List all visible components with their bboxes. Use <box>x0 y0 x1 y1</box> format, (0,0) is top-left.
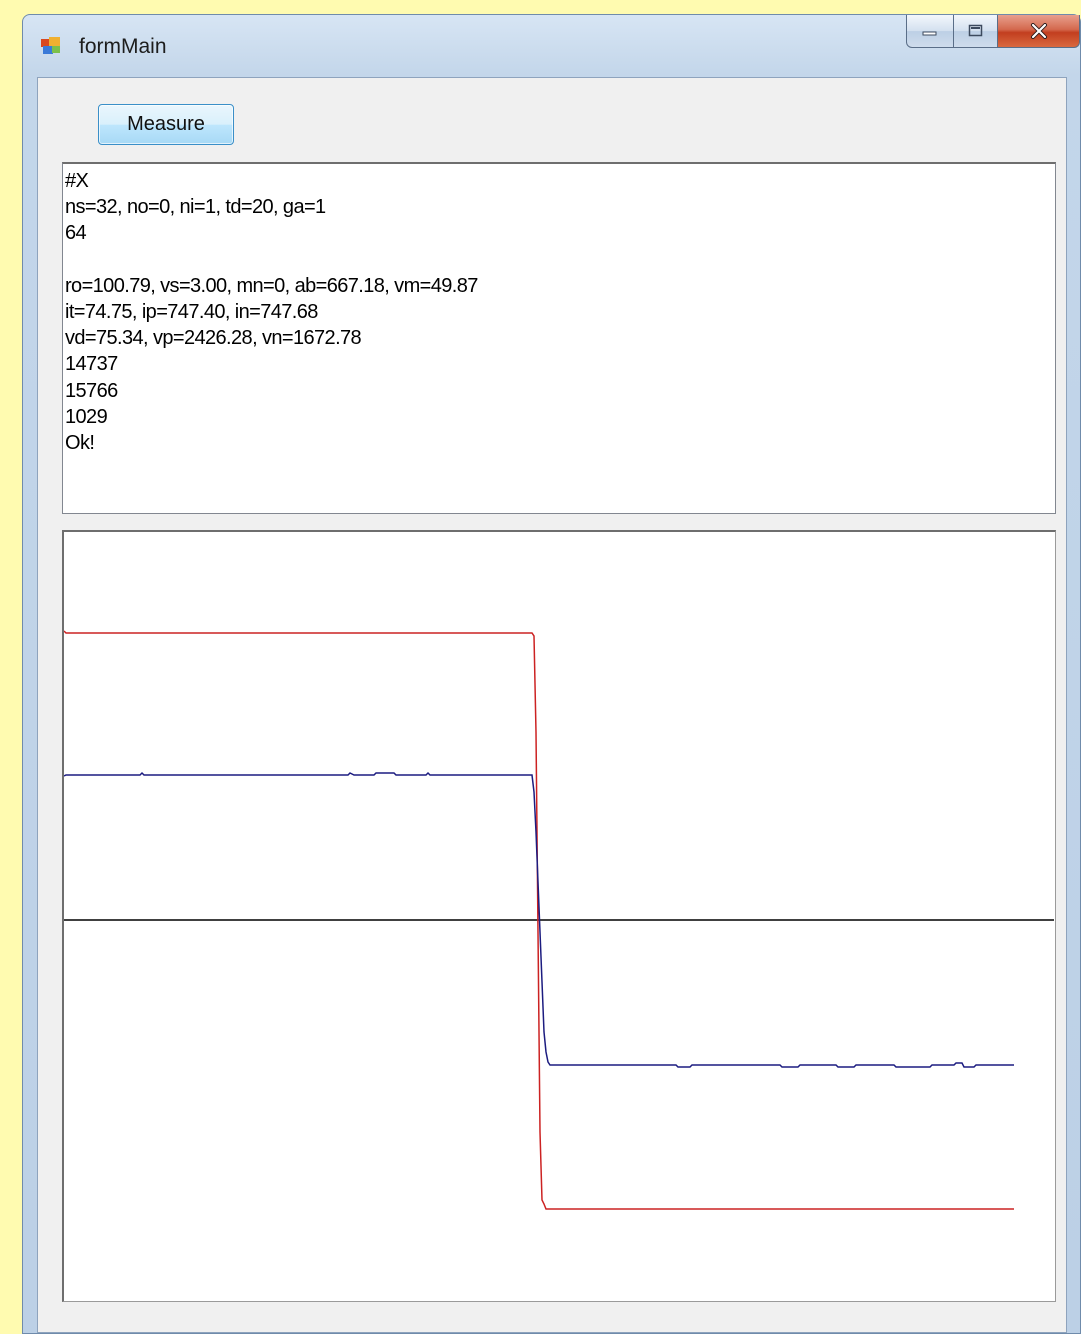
title-bar[interactable]: formMain <box>23 15 1080 77</box>
output-line: 14737 <box>65 353 118 376</box>
output-line: ro=100.79, vs=3.00, mn=0, ab=667.18, vm=… <box>65 274 478 297</box>
output-line: Ok! <box>65 431 95 454</box>
output-line: #X <box>65 170 89 192</box>
maximize-button[interactable] <box>954 15 998 48</box>
minimize-button[interactable] <box>906 15 954 48</box>
maximize-icon <box>968 24 982 37</box>
form-client-area: Measure #X ns=32, no=0, ni=1, td=20, ga=… <box>37 77 1067 1333</box>
output-line: 15766 <box>65 379 118 402</box>
minimize-icon <box>922 31 937 36</box>
output-lines: #X ns=32, no=0, ni=1, td=20, ga=1 64 ro=… <box>65 168 478 456</box>
measure-button[interactable]: Measure <box>98 104 234 145</box>
output-line: 1029 <box>65 405 108 428</box>
main-window: formMain Measure #X ns=32, no=0, ni=1, t… <box>22 14 1081 1334</box>
output-line: vd=75.34, vp=2426.28, vn=1672.78 <box>65 327 362 350</box>
close-button[interactable] <box>998 15 1080 48</box>
output-line: it=74.75, ip=747.40, in=747.68 <box>65 300 318 323</box>
signal-plot <box>62 530 1056 1302</box>
output-textbox[interactable]: #X ns=32, no=0, ni=1, td=20, ga=1 64 ro=… <box>62 162 1056 514</box>
plot-canvas <box>64 630 1054 1210</box>
caption-buttons <box>906 15 1080 49</box>
output-line: ns=32, no=0, ni=1, td=20, ga=1 <box>65 196 326 219</box>
close-icon <box>1030 23 1047 39</box>
app-icon <box>41 37 60 54</box>
output-line: 64 <box>65 222 87 245</box>
window-title: formMain <box>79 35 167 58</box>
